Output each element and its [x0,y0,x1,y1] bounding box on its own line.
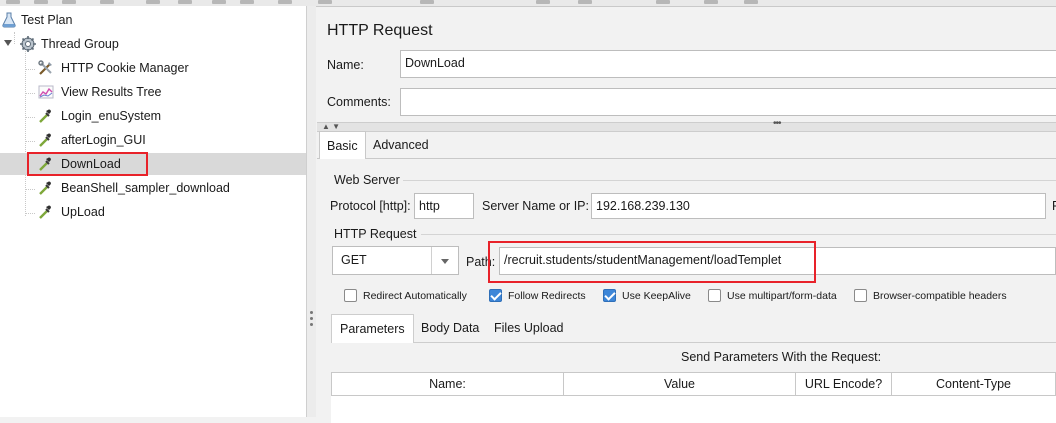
tree-item-afterlogin-gui[interactable]: afterLogin_GUI [0,129,306,151]
method-value: GET [341,253,367,267]
tree-item-http-cookie-manager[interactable]: HTTP Cookie Manager [0,57,306,79]
chevron-down-icon[interactable] [431,247,458,274]
chart-icon [38,85,54,99]
tree-item-label: UpLoad [61,205,105,219]
tab-files-upload[interactable]: Files Upload [486,314,571,342]
collapse-arrows-icon[interactable]: ▲ ▼ [322,122,340,131]
use-multipart-checkbox[interactable] [708,289,721,302]
panel-splitter[interactable] [307,6,316,417]
checkbox-label: Redirect Automatically [363,290,467,302]
tab-basic[interactable]: Basic [319,131,366,159]
checkbox-label: Browser-compatible headers [873,290,1007,302]
tree-item-label: BeanShell_sampler_download [61,181,230,195]
checkbox-label: Use KeepAlive [622,290,691,302]
group-divider [403,180,1056,181]
chevron-down-icon[interactable] [4,40,12,46]
protocol-field[interactable]: http [414,193,474,219]
parameters-tabs: Parameters Body Data Files Upload [331,314,1056,343]
column-header-url-encode[interactable]: URL Encode? [796,373,892,395]
http-request-panel: HTTP Request Name: DownLoad Comments: ▲ … [317,6,1056,423]
tab-parameters[interactable]: Parameters [331,314,414,343]
tree-item-label: Test Plan [21,13,73,27]
column-header-value[interactable]: Value [564,373,796,395]
gear-icon [20,36,36,52]
tree-item-view-results-tree[interactable]: View Results Tree [0,81,306,103]
comments-label: Comments: [327,95,391,109]
redirect-automatically-checkbox[interactable] [344,289,357,302]
highlight-annotation [488,241,816,283]
test-plan-icon [2,12,16,28]
parameters-table-header: Name: Value URL Encode? Content-Type [331,372,1056,396]
tab-body-data[interactable]: Body Data [413,314,487,342]
tree-item-label: HTTP Cookie Manager [61,61,189,75]
test-plan-tree[interactable]: Test Plan Thread Group HTTP Cookie Manag… [0,6,307,417]
server-name-label: Server Name or IP: [482,199,589,213]
pipette-icon [39,181,51,195]
tree-item-login-enusystem[interactable]: Login_enuSystem [0,105,306,127]
protocol-label: Protocol [http]: [330,199,411,213]
comments-field[interactable] [400,88,1056,116]
tree-item-label: afterLogin_GUI [61,133,146,147]
tree-item-label: Thread Group [41,37,119,51]
tree-item-beanshell-sampler-download[interactable]: BeanShell_sampler_download [0,177,306,199]
table-caption: Send Parameters With the Request: [681,350,882,364]
tree-item-label: View Results Tree [61,85,162,99]
tree-item-test-plan[interactable]: Test Plan [0,9,306,31]
page-title: HTTP Request [327,22,433,39]
column-header-name[interactable]: Name: [332,373,564,395]
highlight-annotation [27,152,148,176]
config-tabs: Basic Advanced [317,131,1056,159]
pipette-icon [39,133,51,147]
name-field[interactable]: DownLoad [400,50,1056,78]
use-keepalive-checkbox[interactable] [603,289,616,302]
tree-item-upload[interactable]: UpLoad [0,201,306,223]
parameters-table-body[interactable] [331,396,1056,423]
follow-redirects-checkbox[interactable] [489,289,502,302]
server-name-field[interactable]: 192.168.239.130 [591,193,1046,219]
pipette-icon [39,109,51,123]
tools-icon [38,60,52,75]
tree-item-thread-group[interactable]: Thread Group [0,33,306,55]
pipette-icon [39,205,51,219]
column-header-content-type[interactable]: Content-Type [892,373,1055,395]
web-server-group-title: Web Server [334,173,400,187]
method-select[interactable]: GET [332,246,459,275]
port-label: F [1052,199,1056,213]
browser-compatible-headers-checkbox[interactable] [854,289,867,302]
checkbox-label: Use multipart/form-data [727,290,837,302]
checkbox-label: Follow Redirects [508,290,586,302]
tab-advanced[interactable]: Advanced [366,131,436,158]
http-request-group-title: HTTP Request [334,227,417,241]
name-label: Name: [327,58,364,72]
drag-handle-icon[interactable]: ••• [773,118,781,129]
tree-item-label: Login_enuSystem [61,109,162,123]
group-divider [421,234,1056,235]
